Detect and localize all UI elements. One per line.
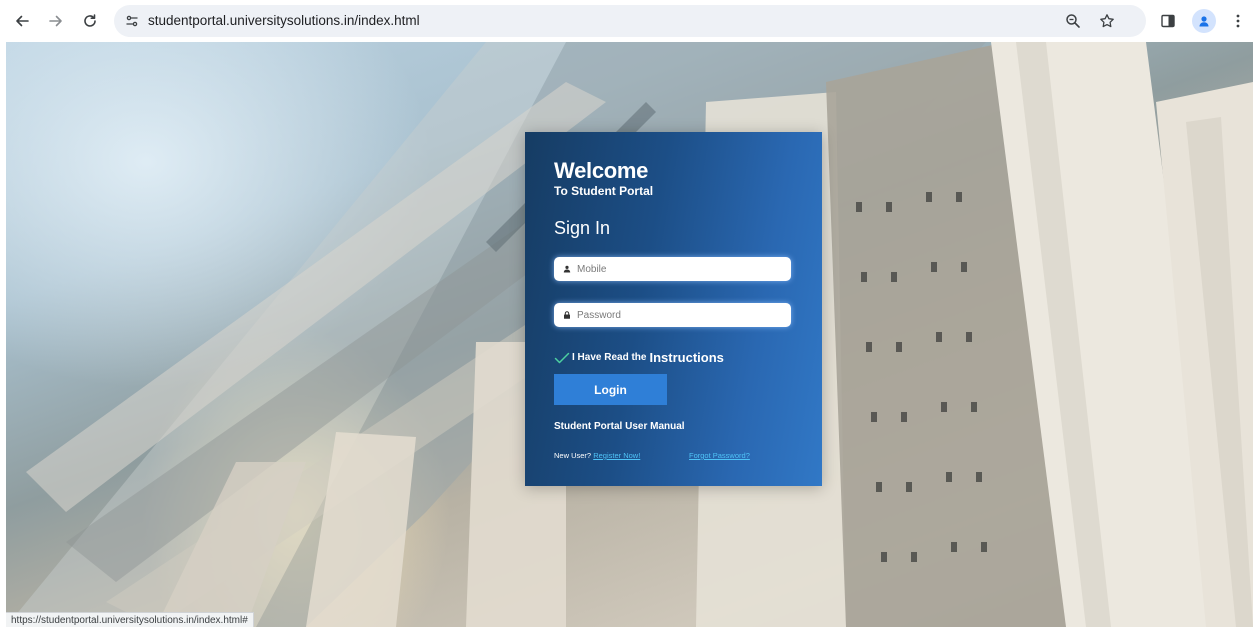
- checkbox-label: I Have Read the: [572, 352, 647, 363]
- forgot-password-link[interactable]: Forgot Password?: [689, 451, 750, 460]
- welcome-heading: Welcome: [554, 158, 649, 183]
- mobile-placeholder: Mobile: [577, 263, 607, 275]
- forward-icon[interactable]: [44, 9, 68, 33]
- login-button[interactable]: Login: [554, 374, 667, 405]
- new-user-row: New User? Register Now!: [554, 451, 640, 460]
- instructions-link[interactable]: Instructions: [649, 350, 723, 365]
- site-info-icon[interactable]: [122, 11, 142, 31]
- user-manual-link[interactable]: Student Portal User Manual: [554, 421, 685, 432]
- checkmark-icon[interactable]: [554, 352, 570, 364]
- menu-kebab-icon[interactable]: [1226, 9, 1250, 33]
- portal-subtitle: To Student Portal: [554, 184, 654, 198]
- address-bar[interactable]: studentportal.universitysolutions.in/ind…: [114, 5, 1146, 37]
- url-text[interactable]: studentportal.universitysolutions.in/ind…: [148, 13, 420, 28]
- browser-toolbar: studentportal.universitysolutions.in/ind…: [0, 0, 1253, 42]
- zoom-icon[interactable]: [1064, 12, 1082, 30]
- page-viewport: Welcome To Student Portal Sign In Mobile…: [6, 42, 1253, 627]
- profile-avatar-icon[interactable]: [1192, 9, 1216, 33]
- password-input[interactable]: Password: [554, 303, 791, 327]
- password-placeholder: Password: [577, 309, 621, 321]
- lock-icon: [564, 311, 570, 319]
- register-link[interactable]: Register Now!: [593, 451, 640, 460]
- instructions-checkbox-row[interactable]: I Have Read the Instructions: [554, 350, 724, 365]
- new-user-text: New User?: [554, 451, 592, 460]
- back-icon[interactable]: [10, 9, 34, 33]
- user-icon: [563, 265, 571, 273]
- sign-in-heading: Sign In: [554, 218, 611, 238]
- reload-icon[interactable]: [78, 9, 102, 33]
- side-panel-icon[interactable]: [1156, 9, 1180, 33]
- mobile-input[interactable]: Mobile: [554, 257, 791, 281]
- status-bar-url: https://studentportal.universitysolution…: [6, 612, 254, 627]
- login-card: Welcome To Student Portal Sign In Mobile…: [525, 132, 822, 486]
- bookmark-star-icon[interactable]: [1098, 12, 1116, 30]
